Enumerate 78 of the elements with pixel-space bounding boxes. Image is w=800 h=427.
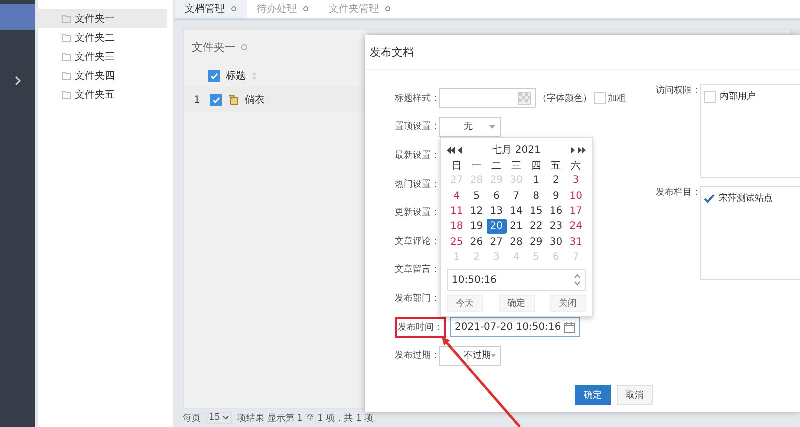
cancel-button[interactable]: 取消 xyxy=(617,385,653,405)
calendar-button[interactable]: 关闭 xyxy=(550,295,586,312)
checkbox-label: 加粗 xyxy=(608,92,626,105)
select-field[interactable]: 不过期 xyxy=(439,346,501,366)
weekday-label: 六 xyxy=(570,160,582,174)
calendar-day[interactable]: 1 xyxy=(526,173,546,189)
calendar-day[interactable]: 2 xyxy=(546,173,566,189)
calendar-button[interactable]: 确定 xyxy=(498,295,534,312)
field-label: 发布部门： xyxy=(395,292,437,305)
pager-label: 每页 xyxy=(183,412,201,424)
field-label: 发布时间： xyxy=(395,316,446,338)
month-title: 七月 2021 xyxy=(492,144,541,157)
calendar-day[interactable]: 17 xyxy=(566,204,586,220)
time-field[interactable]: 10:50:16 xyxy=(447,269,586,292)
option-label: 内部用户 xyxy=(720,90,756,103)
calendar-day[interactable]: 28 xyxy=(506,234,526,250)
calendar-day[interactable]: 20 xyxy=(486,219,507,234)
weekday-label: 二 xyxy=(490,160,503,174)
weekday-label: 四 xyxy=(530,160,542,174)
weekday-label: 五 xyxy=(550,160,562,174)
calendar-day[interactable]: 8 xyxy=(526,188,546,204)
calendar-day[interactable]: 10 xyxy=(566,188,586,204)
calendar-day[interactable]: 26 xyxy=(466,234,487,250)
panel-title: 文件夹一 xyxy=(192,40,236,55)
calendar-day[interactable]: 7 xyxy=(506,188,526,204)
date-field[interactable]: 2021-07-20 10:50:16 xyxy=(450,317,580,338)
calendar-day[interactable]: 18 xyxy=(447,219,467,234)
field-label: 更新设置： xyxy=(395,206,437,220)
field-label: 文章评论： xyxy=(395,236,437,248)
pager-summary: 项结果 显示第 1 至 1 项，共 1 项 xyxy=(237,412,374,424)
table-cell-text: 倘衣 xyxy=(245,94,265,107)
field-label: 置顶设置： xyxy=(395,120,437,134)
calendar-day[interactable]: 12 xyxy=(466,204,487,220)
calendar-day[interactable]: 9 xyxy=(546,188,566,204)
tree-item[interactable]: 文件夹三 xyxy=(38,47,173,66)
weekday-label: 日 xyxy=(450,160,463,174)
tree-item[interactable]: 文件夹二 xyxy=(38,28,173,47)
calendar-button[interactable]: 今天 xyxy=(447,295,483,312)
weekday-label: 三 xyxy=(510,160,522,174)
tab[interactable]: 文档管理 xyxy=(175,0,247,18)
calendar-day[interactable]: 21 xyxy=(506,219,526,234)
tree-item[interactable]: 文件夹一 xyxy=(38,9,167,28)
field-label: 标题样式： xyxy=(395,92,437,105)
field-label: 访问权限： xyxy=(656,84,698,97)
calendar-day[interactable]: 30 xyxy=(546,234,566,250)
calendar-day[interactable]: 11 xyxy=(447,204,467,220)
field-label: 最新设置： xyxy=(395,150,437,162)
calendar-day[interactable]: 19 xyxy=(466,219,487,234)
calendar-day[interactable]: 24 xyxy=(566,219,586,234)
calendar-day[interactable]: 16 xyxy=(546,204,566,220)
calendar-day[interactable]: 27 xyxy=(486,234,507,250)
calendar-day[interactable]: 29 xyxy=(526,234,546,250)
weekday-label: 一 xyxy=(470,160,483,174)
calendar-day[interactable]: 31 xyxy=(566,234,586,250)
tree-item[interactable]: 文件夹五 xyxy=(38,85,173,104)
field-label: 发布栏目： xyxy=(656,186,698,199)
calendar-day[interactable]: 6 xyxy=(486,188,507,204)
field-label: 发布过期： xyxy=(395,350,437,362)
calendar-day[interactable]: 23 xyxy=(546,219,566,234)
option-label: 宋萍测试站点 xyxy=(719,192,773,205)
calendar-day[interactable]: 25 xyxy=(447,234,467,250)
dialog-title: 发布文档 xyxy=(365,35,800,70)
tree-item[interactable]: 文件夹四 xyxy=(38,66,173,85)
calendar-day[interactable]: 3 xyxy=(566,173,586,189)
calendar-day[interactable]: 15 xyxy=(526,204,546,220)
calendar-day[interactable]: 13 xyxy=(486,204,507,220)
select-field[interactable]: 无 xyxy=(439,116,501,137)
calendar-day[interactable]: 14 xyxy=(506,204,526,220)
calendar-day[interactable]: 22 xyxy=(526,219,546,234)
column-header[interactable]: 标题 xyxy=(226,69,246,83)
page-size-select[interactable]: 15 xyxy=(206,412,232,424)
confirm-button[interactable]: 确定 xyxy=(575,385,611,405)
calendar-day[interactable]: 5 xyxy=(466,188,487,204)
field-label: 热门设置： xyxy=(395,178,437,191)
row-number: 1 xyxy=(194,94,202,106)
hint-text: （字体颜色） xyxy=(538,92,592,105)
calendar-day[interactable]: 4 xyxy=(447,188,467,204)
field-label: 文章留言： xyxy=(395,264,437,276)
